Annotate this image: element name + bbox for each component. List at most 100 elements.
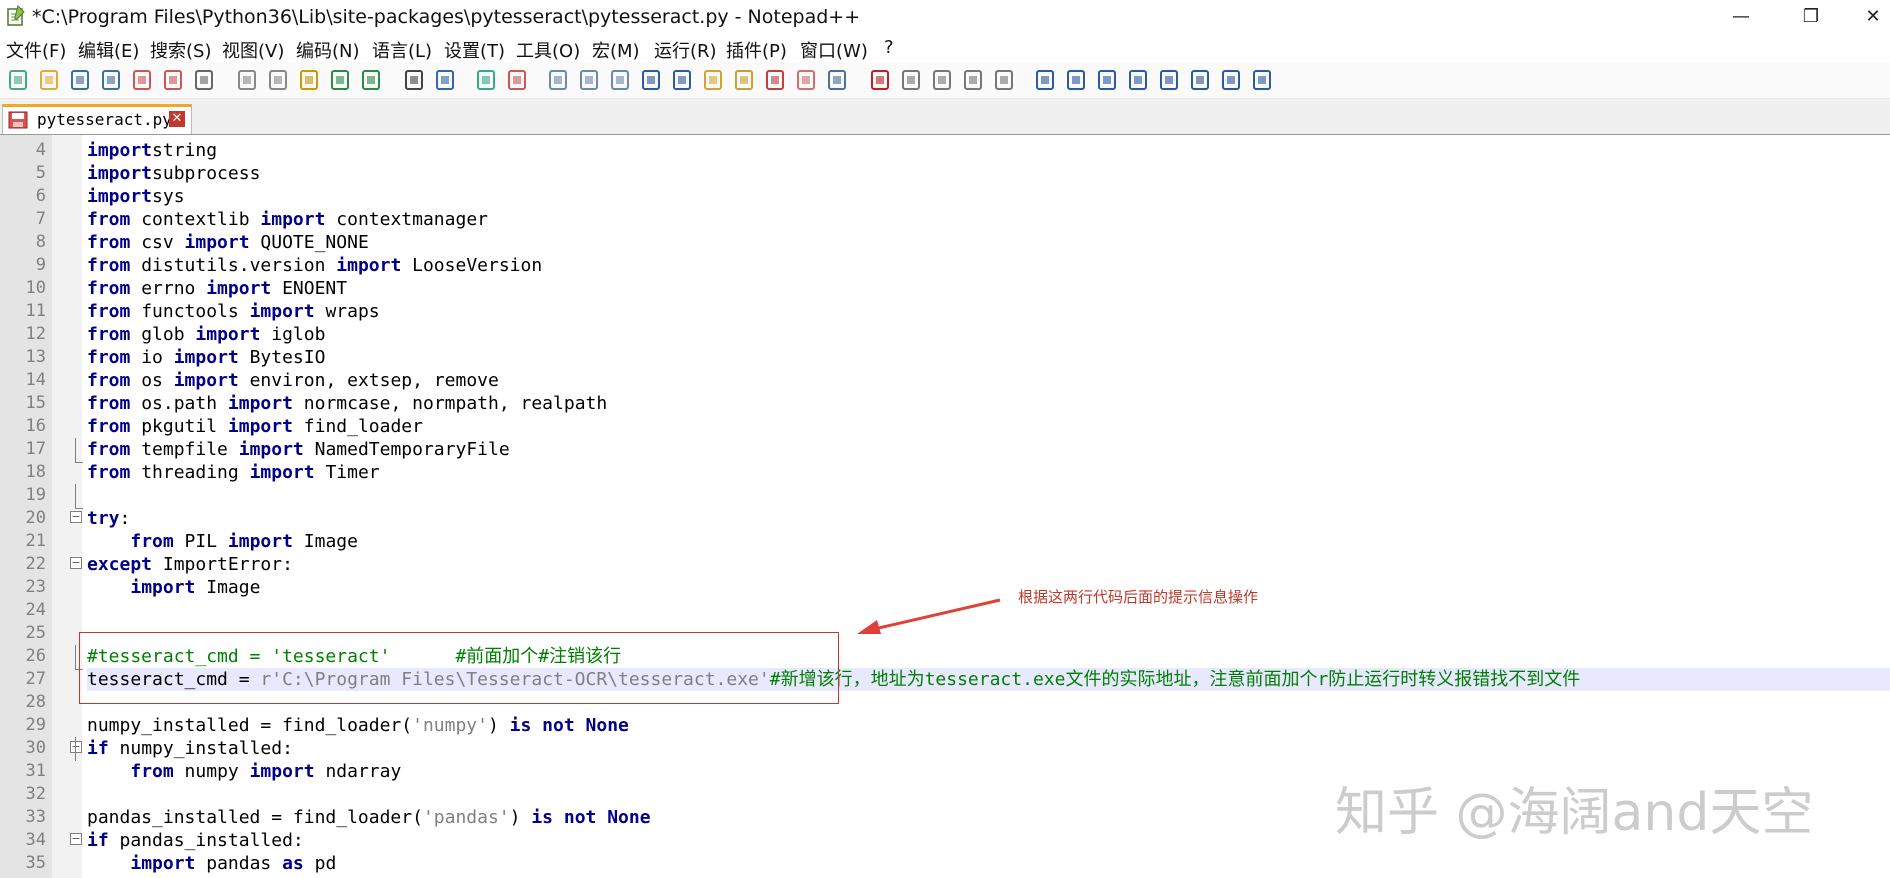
code-token: from [87,278,131,299]
line-number: 26 [25,646,46,666]
close-button[interactable]: ✕ [1858,4,1888,30]
code-line: 21 from PIL import Image [0,530,1890,553]
record-macro-icon[interactable] [868,68,892,92]
panel-icon-5[interactable] [1219,68,1243,92]
show-all-chars-icon[interactable] [639,68,663,92]
code-line: 19 [0,484,1890,507]
code-line: 12 from glob import iglob [0,323,1890,346]
monitor-icon[interactable] [825,68,849,92]
panel-icon-1[interactable] [1033,68,1057,92]
word-wrap-icon[interactable] [608,68,632,92]
tab-pytesseract[interactable]: pytesseract.py ✕ [2,104,192,134]
tab-label: pytesseract.py [37,110,172,129]
panel-icon-2[interactable] [1064,68,1088,92]
doc-map-icon[interactable] [732,68,756,92]
save-icon[interactable] [68,68,92,92]
redo-icon[interactable] [359,68,383,92]
minimize-button[interactable]: — [1726,4,1756,30]
menu-item-4[interactable]: 编码(N) [296,37,360,63]
up-icon[interactable] [1157,68,1181,92]
close-icon[interactable] [130,68,154,92]
menu-item-0[interactable]: 文件(F) [6,37,66,63]
code-token: subprocess [152,163,261,184]
menu-item-6[interactable]: 设置(T) [444,37,505,63]
notepad-icon [7,5,25,26]
restore-button[interactable]: ❐ [1796,4,1826,30]
code-editor[interactable]: 4 importstring 5 importsubprocess 6 importsys… [0,134,1890,878]
code-token: ImportError: [152,554,293,575]
tab-close-icon[interactable]: ✕ [169,111,185,127]
code-token: wraps [314,301,380,322]
code-text: from distutils.version import LooseVersi… [87,254,542,277]
code-token: distutils.version [130,255,337,276]
down-icon[interactable] [1188,68,1212,92]
tab-bar: pytesseract.py ✕ [0,99,1890,134]
replace-icon[interactable] [433,68,457,92]
code-token: iglob [260,324,326,345]
menu-item-11[interactable]: 窗口(W) [800,37,868,63]
menu-item-2[interactable]: 搜索(S) [150,37,211,63]
menu-item-7[interactable]: 工具(O) [516,37,580,63]
code-text: from contextlib import contextmanager [87,208,488,231]
line-number: 33 [25,807,46,827]
menu-item-8[interactable]: 宏(M) [592,37,640,63]
code-token: Image [292,531,358,552]
undo-icon[interactable] [328,68,352,92]
cut-icon[interactable] [235,68,259,92]
stop-macro-icon[interactable] [899,68,923,92]
sync-vertical-icon[interactable] [546,68,570,92]
code-token: import [227,393,293,414]
play-macro-icon[interactable] [930,68,954,92]
indent-guide-icon[interactable] [670,68,694,92]
line-number: 31 [25,761,46,781]
menu-item-3[interactable]: 视图(V) [222,37,284,63]
fold-toggle-icon[interactable]: − [70,557,82,569]
function-list-icon[interactable] [763,68,787,92]
save-macro-icon[interactable] [992,68,1016,92]
code-token: PIL [173,531,228,552]
menu-item-9[interactable]: 运行(R) [654,37,717,63]
fold-toggle-icon[interactable]: − [70,833,82,845]
code-text: from numpy import ndarray [87,760,401,783]
code-token: from [87,232,131,253]
new-file-icon[interactable] [6,68,30,92]
run-macro-multiple-icon[interactable] [961,68,985,92]
print-icon[interactable] [192,68,216,92]
code-token: functools [130,301,250,322]
fold-line [75,645,76,669]
code-line: 16 from pkgutil import find_loader [0,415,1890,438]
code-token: tempfile [130,439,239,460]
menu-item-10[interactable]: 插件(P) [726,37,787,63]
line-number: 21 [25,531,46,551]
code-text: numpy_installed = find_loader('numpy') i… [87,714,629,737]
line-number: 4 [35,140,46,160]
folder-workspace-icon[interactable] [701,68,725,92]
code-line: 14 from os import environ, extsep, remove [0,369,1890,392]
menu-item-1[interactable]: 编辑(E) [78,37,139,63]
line-number: 24 [25,600,46,620]
sync-horizontal-icon[interactable] [577,68,601,92]
panel-icon-6[interactable] [1250,68,1274,92]
fold-toggle-icon[interactable]: − [70,741,82,753]
paste-icon[interactable] [297,68,321,92]
folder-icon[interactable] [794,68,818,92]
menu-item-12[interactable]: ? [884,37,894,58]
panel-icon-3[interactable] [1095,68,1119,92]
code-line: 8 from csv import QUOTE_NONE [0,231,1890,254]
menu-item-5[interactable]: 语言(L) [372,37,432,63]
code-token: os [130,370,174,391]
open-file-icon[interactable] [37,68,61,92]
zoom-out-icon[interactable] [505,68,529,92]
zoom-in-icon[interactable] [474,68,498,92]
panel-icon-4[interactable] [1126,68,1150,92]
copy-icon[interactable] [266,68,290,92]
code-token: except [87,554,153,575]
line-number: 22 [25,554,46,574]
close-all-icon[interactable] [161,68,185,92]
find-icon[interactable] [402,68,426,92]
fold-toggle-icon[interactable]: − [70,511,82,523]
code-line: 4 importstring [0,139,1890,162]
line-number: 17 [25,439,46,459]
save-all-icon[interactable] [99,68,123,92]
